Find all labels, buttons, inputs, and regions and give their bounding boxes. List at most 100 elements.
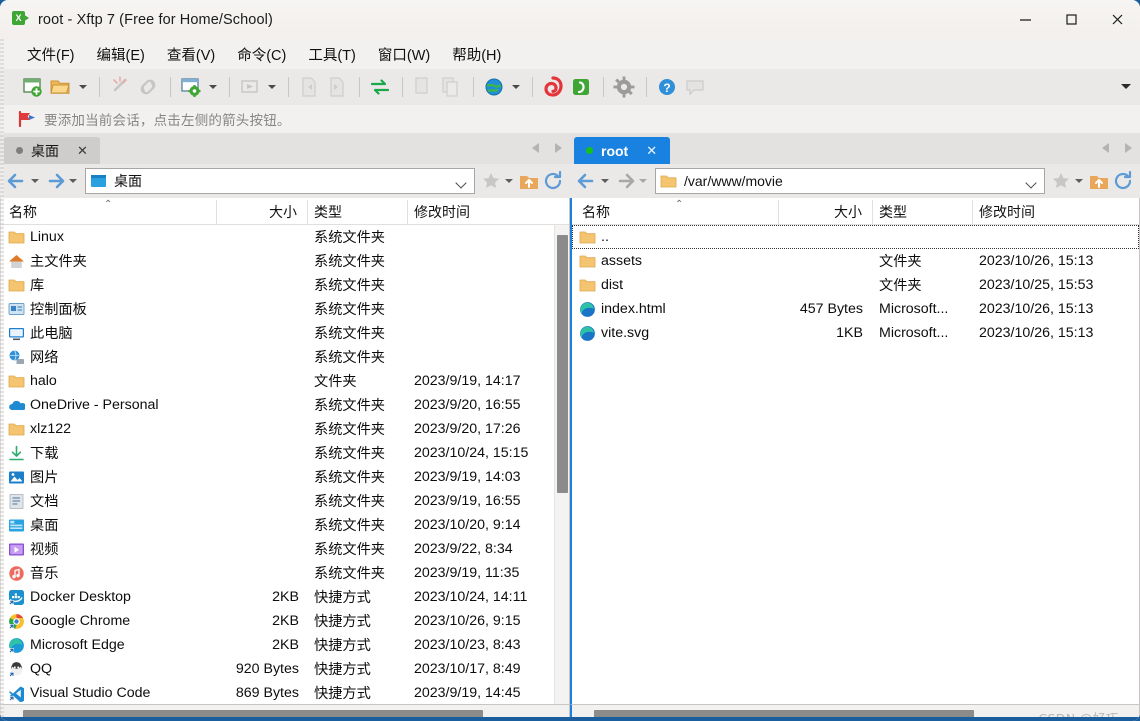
table-row[interactable]: 下载 系统文件夹 2023/10/24, 15:15: [1, 441, 569, 465]
tab-scroll-right-icon[interactable]: [1122, 140, 1134, 156]
menu-file[interactable]: 文件(F): [18, 41, 84, 68]
bookmark-dropdown-icon[interactable]: [503, 169, 515, 193]
column-divider[interactable]: [872, 200, 873, 225]
maximize-button[interactable]: [1048, 0, 1094, 39]
tab-root[interactable]: root ✕: [574, 137, 670, 164]
forward-icon[interactable]: [43, 169, 67, 193]
column-header-name[interactable]: 名称: [9, 198, 37, 225]
table-row[interactable]: 视频 系统文件夹 2023/9/22, 8:34: [1, 537, 569, 561]
file-name-cell: 此电脑: [8, 321, 73, 345]
table-row[interactable]: xlz122 系统文件夹 2023/9/20, 17:26: [1, 417, 569, 441]
music-icon: [8, 565, 25, 582]
remote-rows: .. assets 文件夹 2023/10/26, 15:13 dist 文件夹 2023/…: [572, 225, 1139, 345]
column-header-type[interactable]: 类型: [879, 198, 907, 225]
table-row[interactable]: 主文件夹 系统文件夹: [1, 249, 569, 273]
file-type-cell: 系统文件夹: [314, 398, 385, 414]
menu-window[interactable]: 窗口(W): [369, 41, 439, 68]
sort-ascending-icon: ⌃: [675, 199, 684, 210]
table-row[interactable]: OneDrive - Personal 系统文件夹 2023/9/20, 16:55: [1, 393, 569, 417]
menu-command[interactable]: 命令(C): [228, 41, 295, 68]
sync-transfer-icon[interactable]: [367, 74, 393, 100]
globe-dropdown-icon[interactable]: [509, 74, 522, 100]
path-chevron-down-icon[interactable]: [454, 171, 470, 191]
back-icon[interactable]: [5, 169, 29, 193]
table-row[interactable]: index.html 457 Bytes Microsoft... 2023/10/2…: [572, 297, 1139, 321]
column-header-modified[interactable]: 修改时间: [414, 198, 470, 225]
tab-desktop[interactable]: 桌面 ✕: [4, 137, 100, 164]
scrollbar-thumb[interactable]: [557, 235, 568, 493]
forward-dropdown-icon[interactable]: [67, 169, 79, 193]
remote-path-input[interactable]: /var/www/movie: [655, 168, 1045, 194]
table-row[interactable]: Linux 系统文件夹: [1, 225, 569, 249]
xftp-toolbar-icon[interactable]: [568, 74, 594, 100]
table-row[interactable]: QQ 920 Bytes 快捷方式 2023/10/17, 8:49: [1, 657, 569, 681]
toolbar-separator: [170, 77, 171, 97]
close-button[interactable]: [1094, 0, 1140, 39]
open-folder-dropdown-icon[interactable]: [76, 74, 89, 100]
column-header-name[interactable]: 名称: [582, 198, 610, 225]
back-dropdown-icon[interactable]: [29, 169, 41, 193]
table-row[interactable]: 网络 系统文件夹: [1, 345, 569, 369]
back-icon[interactable]: [575, 169, 599, 193]
table-row[interactable]: dist 文件夹 2023/10/25, 15:53: [572, 273, 1139, 297]
table-row[interactable]: 音乐 系统文件夹 2023/9/19, 11:35: [1, 561, 569, 585]
column-divider[interactable]: [407, 200, 408, 225]
menu-edit[interactable]: 编辑(E): [88, 41, 154, 68]
file-type-cell: 系统文件夹: [314, 422, 385, 438]
file-modified-cell: 2023/10/26, 15:13: [979, 301, 1094, 317]
menu-tools[interactable]: 工具(T): [299, 41, 365, 68]
help-icon[interactable]: ?: [654, 74, 680, 100]
go-up-folder-icon[interactable]: [517, 169, 541, 193]
table-row[interactable]: 控制面板 系统文件夹: [1, 297, 569, 321]
globe-icon[interactable]: [481, 74, 507, 100]
column-divider[interactable]: [307, 200, 308, 225]
table-row[interactable]: Google Chrome 2KB 快捷方式 2023/10/26, 9:15: [1, 609, 569, 633]
tab-scroll-left-icon[interactable]: [531, 140, 543, 156]
file-name-cell: Docker Desktop: [8, 585, 131, 609]
column-header-size[interactable]: 大小: [778, 198, 867, 225]
menu-view[interactable]: 查看(V): [158, 41, 224, 68]
xshell-icon[interactable]: [540, 74, 566, 100]
refresh-icon[interactable]: [1111, 169, 1135, 193]
tab-scroll-left-icon[interactable]: [1101, 140, 1113, 156]
table-row[interactable]: ..: [572, 225, 1139, 249]
open-folder-icon[interactable]: [48, 74, 74, 100]
go-up-folder-icon[interactable]: [1087, 169, 1111, 193]
session-settings-dropdown-icon[interactable]: [206, 74, 219, 100]
bookmark-dropdown-icon[interactable]: [1073, 169, 1085, 193]
table-row[interactable]: 桌面 系统文件夹 2023/10/20, 9:14: [1, 513, 569, 537]
tab-close-icon[interactable]: ✕: [646, 143, 657, 159]
new-session-icon[interactable]: [20, 74, 46, 100]
table-row[interactable]: vite.svg 1KB Microsoft... 2023/10/26, 15:13: [572, 321, 1139, 345]
back-dropdown-icon[interactable]: [599, 169, 611, 193]
table-row[interactable]: Visual Studio Code 869 Bytes 快捷方式 2023/9/19…: [1, 681, 569, 704]
table-row[interactable]: 此电脑 系统文件夹: [1, 321, 569, 345]
options-gear-icon[interactable]: [611, 74, 637, 100]
session-settings-icon[interactable]: [178, 74, 204, 100]
tab-close-icon[interactable]: ✕: [77, 143, 88, 159]
table-row[interactable]: 图片 系统文件夹 2023/9/19, 14:03: [1, 465, 569, 489]
local-vertical-scrollbar[interactable]: [554, 225, 569, 704]
minimize-button[interactable]: [1002, 0, 1048, 39]
column-header-type[interactable]: 类型: [314, 198, 342, 225]
tab-scroll-right-icon[interactable]: [552, 140, 564, 156]
local-path-input[interactable]: 桌面: [85, 168, 475, 194]
table-row[interactable]: halo 文件夹 2023/9/19, 14:17: [1, 369, 569, 393]
menu-help[interactable]: 帮助(H): [443, 41, 510, 68]
file-type-cell: 快捷方式: [314, 614, 371, 630]
path-chevron-down-icon[interactable]: [1024, 171, 1040, 191]
table-row[interactable]: assets 文件夹 2023/10/26, 15:13: [572, 249, 1139, 273]
column-header-modified[interactable]: 修改时间: [979, 198, 1035, 225]
table-row[interactable]: 文档 系统文件夹 2023/9/19, 16:55: [1, 489, 569, 513]
file-type-cell: 系统文件夹: [314, 470, 385, 486]
table-row[interactable]: Docker Desktop 2KB 快捷方式 2023/10/24, 14:11: [1, 585, 569, 609]
table-row[interactable]: 库 系统文件夹: [1, 273, 569, 297]
toolbar-overflow-icon[interactable]: [1119, 80, 1133, 94]
bookmark-star-icon[interactable]: [1049, 169, 1073, 193]
table-row[interactable]: Microsoft Edge 2KB 快捷方式 2023/10/23, 8:43: [1, 633, 569, 657]
column-header-size[interactable]: 大小: [216, 198, 302, 225]
refresh-icon[interactable]: [541, 169, 565, 193]
file-type-cell: 快捷方式: [314, 662, 371, 678]
bookmark-star-icon[interactable]: [479, 169, 503, 193]
column-divider[interactable]: [972, 200, 973, 225]
